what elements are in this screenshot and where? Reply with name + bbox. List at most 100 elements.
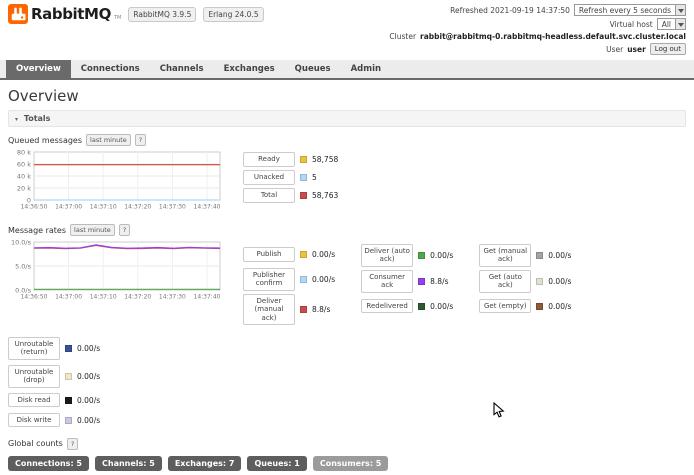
legend-value: 5 bbox=[312, 173, 317, 182]
tab-exchanges[interactable]: Exchanges bbox=[214, 60, 285, 78]
virtual-host-label: Virtual host bbox=[609, 19, 653, 29]
user-label: User bbox=[606, 44, 624, 54]
refresh-interval-select[interactable]: Refresh every 5 seconds bbox=[573, 4, 686, 16]
legend-color-swatch bbox=[65, 396, 72, 404]
message-rates-row: 10.0/s 5.0/s 0.0/s 14:36:50 14:37:00 14:37:10… bbox=[8, 239, 686, 325]
legend-color-swatch bbox=[300, 275, 307, 283]
queued-messages-row: 80 k 60 k 40 k 20 k 0 14:36:50 14:37:00 14:37:1… bbox=[8, 149, 686, 214]
main-nav: Overview Connections Channels Exchanges … bbox=[0, 60, 694, 80]
svg-text:14:37:20: 14:37:20 bbox=[124, 204, 151, 211]
legend-label: Consumer ack bbox=[361, 269, 414, 293]
legend-label: Total bbox=[243, 188, 295, 203]
legend-row-disk-write: Disk write 0.00/s bbox=[8, 412, 686, 428]
legend-color-swatch bbox=[300, 174, 307, 181]
legend-row-redelivered: Redelivered 0.00/s bbox=[361, 296, 453, 317]
legend-row-get-auto-ack: Get (auto ack) 0.00/s bbox=[479, 269, 572, 293]
rabbitmq-management-app: RabbitMQ TM RabbitMQ 3.9.5 Erlang 24.0.5… bbox=[0, 0, 694, 471]
legend-value: 58,763 bbox=[312, 191, 339, 200]
refreshed-timestamp: Refreshed 2021-09-19 14:37:50 bbox=[450, 5, 570, 15]
legend-color-swatch bbox=[65, 416, 72, 424]
svg-text:14:36:50: 14:36:50 bbox=[21, 204, 48, 211]
legend-row-consumer-ack: Consumer ack 8.8/s bbox=[361, 269, 453, 293]
legend-value: 0.00/s bbox=[77, 343, 101, 353]
legend-value: 0.00/s bbox=[430, 301, 454, 311]
legend-row-get-manual-ack: Get (manual ack) 0.00/s bbox=[479, 244, 571, 267]
legend-value: 0.00/s bbox=[430, 250, 454, 260]
brand-area: RabbitMQ TM RabbitMQ 3.9.5 Erlang 24.0.5 bbox=[8, 4, 264, 57]
trademark-label: TM bbox=[113, 15, 122, 21]
legend-color-swatch bbox=[418, 302, 426, 310]
legend-value: 58,758 bbox=[312, 155, 339, 164]
session-status-area: Refreshed 2021-09-19 14:37:50 Refresh ev… bbox=[389, 4, 686, 57]
svg-text:14:37:30: 14:37:30 bbox=[159, 204, 186, 211]
legend-label: Get (manual ack) bbox=[479, 244, 532, 267]
tab-overview[interactable]: Overview bbox=[6, 60, 71, 78]
rates-legend: Publish 0.00/s Publisher confirm 0.00/s … bbox=[243, 242, 571, 325]
queued-messages-chart: 80 k 60 k 40 k 20 k 0 14:36:50 14:37:00 14:37:1… bbox=[8, 149, 223, 214]
legend-value: 0.00/s bbox=[312, 250, 336, 259]
svg-text:10.0/s: 10.0/s bbox=[11, 240, 32, 247]
rates-legend-col-2: Deliver (auto ack) 0.00/s Consumer ack 8… bbox=[361, 244, 453, 325]
legend-color-swatch bbox=[300, 251, 307, 258]
legend-row-publish: Publish 0.00/s bbox=[243, 244, 335, 265]
legend-label: Deliver (manual ack) bbox=[243, 293, 295, 325]
legend-value: 0.00/s bbox=[77, 415, 101, 425]
rates-legend-col-1: Publish 0.00/s Publisher confirm 0.00/s … bbox=[243, 244, 335, 325]
channels-count-badge: Channels: 5 bbox=[95, 455, 162, 471]
svg-text:5.0/s: 5.0/s bbox=[15, 263, 32, 271]
rabbitmq-logo[interactable]: RabbitMQ TM bbox=[8, 4, 121, 24]
legend-color-swatch bbox=[536, 277, 544, 285]
legend-color-swatch bbox=[300, 305, 307, 313]
legend-label: Ready bbox=[243, 152, 295, 167]
erlang-version-badge: Erlang 24.0.5 bbox=[203, 7, 264, 22]
legend-row-unroutable-drop: Unroutable (drop) 0.00/s bbox=[8, 364, 686, 388]
legend-label: Unroutable (drop) bbox=[8, 364, 60, 388]
rates-extra-legend: Unroutable (return) 0.00/s Unroutable (d… bbox=[8, 336, 686, 428]
user-name: user bbox=[627, 44, 646, 54]
logout-button[interactable]: Log out bbox=[649, 43, 686, 55]
rates-legend-col-3: Get (manual ack) 0.00/s Get (auto ack) 0… bbox=[479, 244, 571, 325]
queued-range-button[interactable]: last minute bbox=[86, 134, 131, 146]
legend-value: 0.00/s bbox=[548, 250, 572, 260]
legend-label: Disk write bbox=[8, 412, 60, 428]
cluster-label: Cluster bbox=[389, 32, 417, 41]
message-rates-chart: 10.0/s 5.0/s 0.0/s 14:36:50 14:37:00 14:37:10… bbox=[8, 239, 223, 304]
cluster-row: Cluster rabbit@rabbitmq-0.rabbitmq-headl… bbox=[389, 32, 686, 41]
legend-value: 0.00/s bbox=[312, 274, 336, 284]
tab-admin[interactable]: Admin bbox=[341, 60, 392, 78]
totals-section-header[interactable]: ▾ Totals bbox=[8, 110, 686, 127]
legend-row-deliver-manual-ack: Deliver (manual ack) 8.8/s bbox=[243, 293, 335, 325]
queued-legend: Ready 58,758 Unacked 5 Total 58,763 bbox=[243, 152, 338, 203]
queued-messages-header: Queued messages last minute ? bbox=[8, 134, 686, 146]
main-content: Overview ▾ Totals Queued messages last m… bbox=[0, 80, 694, 475]
virtual-host-row: Virtual host All bbox=[389, 18, 686, 30]
svg-text:20 k: 20 k bbox=[17, 185, 31, 193]
user-row: User user Log out bbox=[389, 43, 686, 55]
virtual-host-value: All bbox=[661, 20, 671, 29]
queued-messages-title: Queued messages bbox=[8, 135, 83, 145]
global-counts-help-button[interactable]: ? bbox=[66, 437, 79, 450]
legend-value: 0.00/s bbox=[77, 371, 101, 381]
svg-text:14:37:40: 14:37:40 bbox=[194, 294, 221, 301]
legend-value: 0.00/s bbox=[548, 276, 572, 286]
svg-text:14:36:50: 14:36:50 bbox=[21, 294, 48, 301]
tab-connections[interactable]: Connections bbox=[71, 60, 150, 78]
legend-value: 8.8/s bbox=[430, 276, 449, 286]
tab-channels[interactable]: Channels bbox=[150, 60, 214, 78]
rates-help-button[interactable]: ? bbox=[118, 224, 131, 236]
tab-queues[interactable]: Queues bbox=[285, 60, 341, 78]
legend-row-disk-read: Disk read 0.00/s bbox=[8, 392, 686, 408]
queues-count-badge: Queues: 1 bbox=[247, 455, 307, 471]
legend-color-swatch bbox=[418, 277, 426, 285]
global-counts-badges: Connections: 5 Channels: 5 Exchanges: 7 … bbox=[8, 455, 686, 471]
queued-help-button[interactable]: ? bbox=[134, 134, 147, 146]
svg-text:14:37:20: 14:37:20 bbox=[124, 294, 151, 301]
legend-label: Get (empty) bbox=[479, 298, 532, 314]
virtual-host-select[interactable]: All bbox=[656, 18, 686, 30]
page-title: Overview bbox=[8, 87, 79, 105]
rates-range-button[interactable]: last minute bbox=[70, 224, 115, 236]
legend-color-swatch bbox=[300, 192, 307, 199]
legend-row-total: Total 58,763 bbox=[243, 188, 338, 203]
refresh-interval-value: Refresh every 5 seconds bbox=[578, 6, 671, 15]
legend-label: Publish bbox=[243, 247, 295, 262]
